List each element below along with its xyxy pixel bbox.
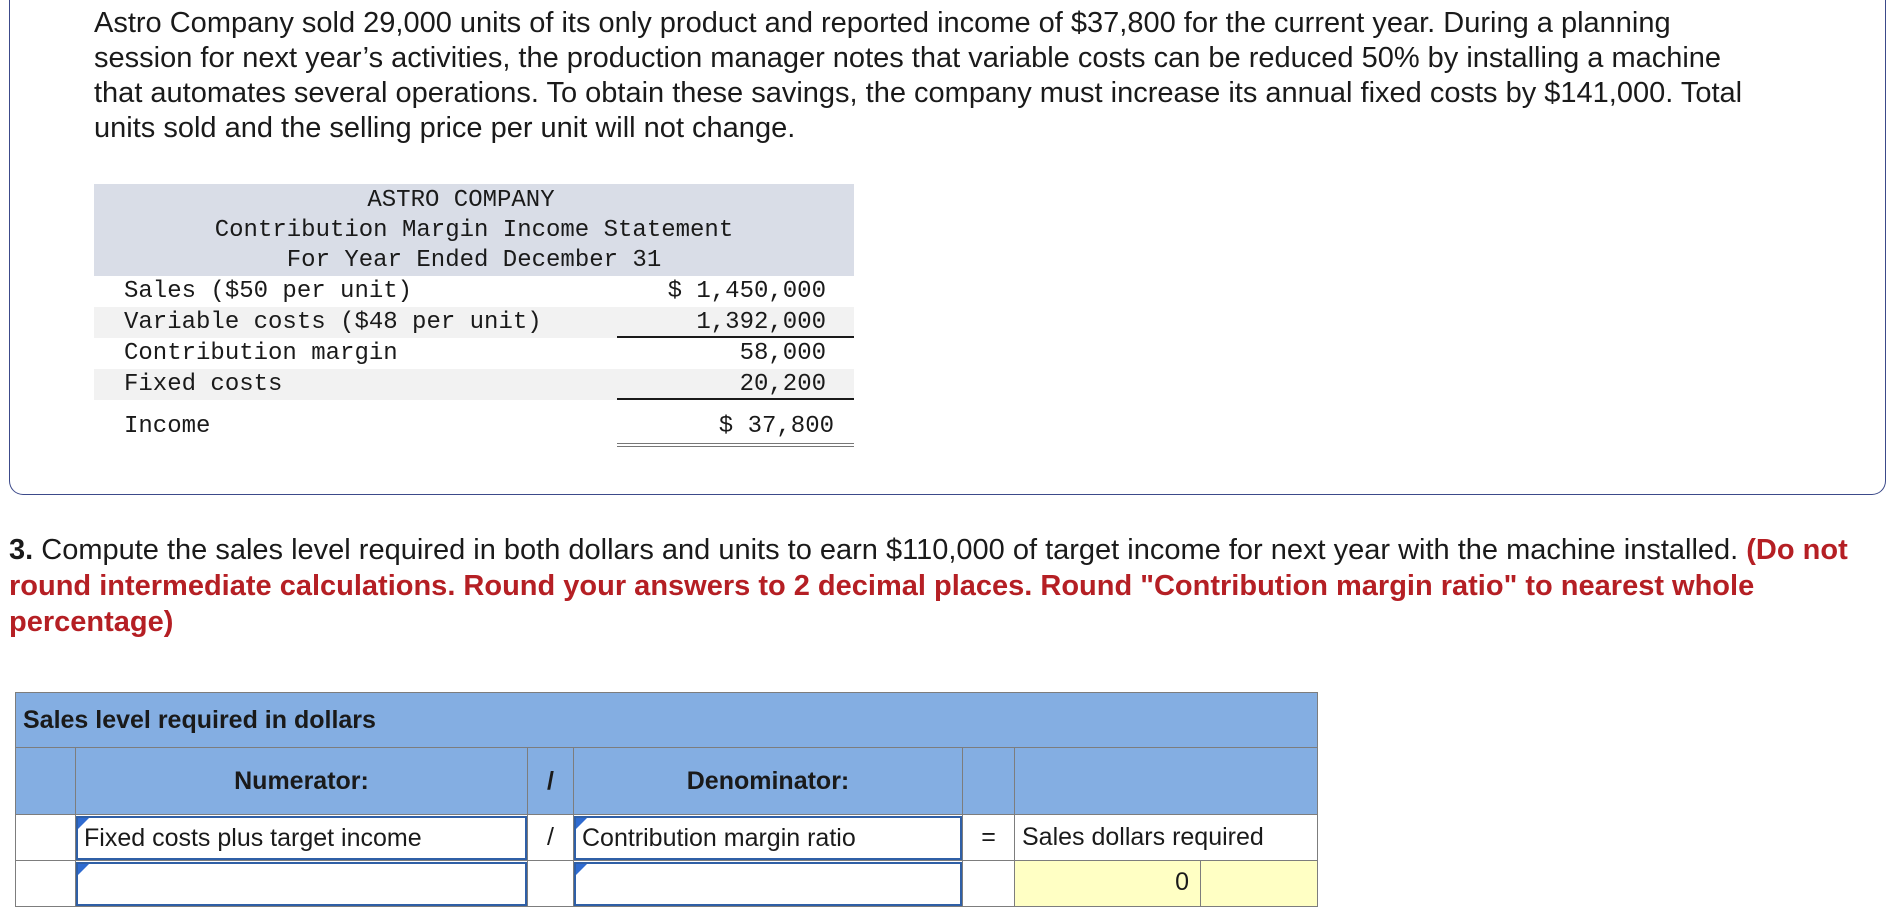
denominator-value-input[interactable] [574, 861, 962, 906]
result-label: Sales dollars required [1014, 814, 1318, 861]
statement-row-sales: Sales ($50 per unit) $ 1,450,000 [94, 276, 854, 307]
row-label: Income [124, 413, 211, 440]
slash-header: / [527, 747, 574, 815]
row-spacer [15, 860, 76, 907]
row-amount: 58,000 [739, 340, 826, 367]
question-number: 3. [9, 534, 34, 566]
header-spacer [15, 747, 76, 815]
double-underline-rule [617, 443, 854, 447]
statement-row-fixed-costs: Fixed costs 20,200 [94, 369, 854, 400]
input-marker-icon [78, 863, 89, 875]
statement-header: ASTRO COMPANY Contribution Margin Income… [94, 184, 854, 276]
numerator-label-cell: Fixed costs plus target income [75, 814, 528, 861]
denominator-label-value: Contribution margin ratio [582, 823, 856, 852]
numerator-value-cell [75, 860, 528, 907]
statement-company: ASTRO COMPANY [367, 187, 555, 214]
slash-operator-empty [527, 860, 574, 907]
equals-header-spacer [962, 747, 1015, 815]
denominator-value-cell [573, 860, 963, 907]
statement-row-variable-costs: Variable costs ($48 per unit) 1,392,000 [94, 307, 854, 338]
denominator-label-dropdown[interactable]: Contribution margin ratio [574, 815, 962, 860]
sales-dollars-result: 0 [1014, 860, 1318, 907]
row-label: Sales ($50 per unit) [124, 278, 413, 305]
statement-row-income: Income $ 37,800 [94, 400, 854, 447]
statement-row-contribution-margin: Contribution margin 58,000 [94, 338, 854, 369]
sales-dollars-table: Sales level required in dollars Numerato… [15, 692, 1318, 907]
income-statement: ASTRO COMPANY Contribution Margin Income… [94, 184, 854, 447]
equals-operator: = [962, 814, 1015, 861]
row-amount: $ 1,450,000 [667, 278, 826, 305]
numerator-header: Numerator: [75, 747, 528, 815]
table-title: Sales level required in dollars [15, 692, 1318, 748]
numerator-label-dropdown[interactable]: Fixed costs plus target income [76, 815, 527, 860]
row-label: Variable costs ($48 per unit) [124, 309, 542, 336]
statement-period: For Year Ended December 31 [286, 247, 662, 274]
numerator-label-value: Fixed costs plus target income [84, 823, 422, 852]
statement-title: Contribution Margin Income Statement [214, 217, 734, 244]
denominator-header: Denominator: [573, 747, 963, 815]
row-amount: 1,392,000 [696, 309, 826, 336]
problem-intro-text: Astro Company sold 29,000 units of its o… [94, 7, 1743, 144]
denominator-label-cell: Contribution margin ratio [573, 814, 963, 861]
question-3: 3. Compute the sales level required in b… [9, 532, 1879, 640]
row-label: Contribution margin [124, 340, 398, 367]
row-spacer [15, 814, 76, 861]
row-label: Fixed costs [124, 371, 283, 398]
result-divider [1199, 861, 1201, 906]
result-header-spacer [1014, 747, 1318, 815]
dropdown-marker-icon [576, 817, 587, 829]
numerator-value-input[interactable] [76, 861, 527, 906]
question-text: Compute the sales level required in both… [41, 534, 1739, 566]
equals-operator-empty [962, 860, 1015, 907]
result-value: 0 [1175, 868, 1189, 896]
row-amount: 20,200 [739, 371, 826, 398]
input-marker-icon [576, 863, 587, 875]
slash-operator: / [527, 814, 574, 861]
dropdown-marker-icon [78, 817, 89, 829]
